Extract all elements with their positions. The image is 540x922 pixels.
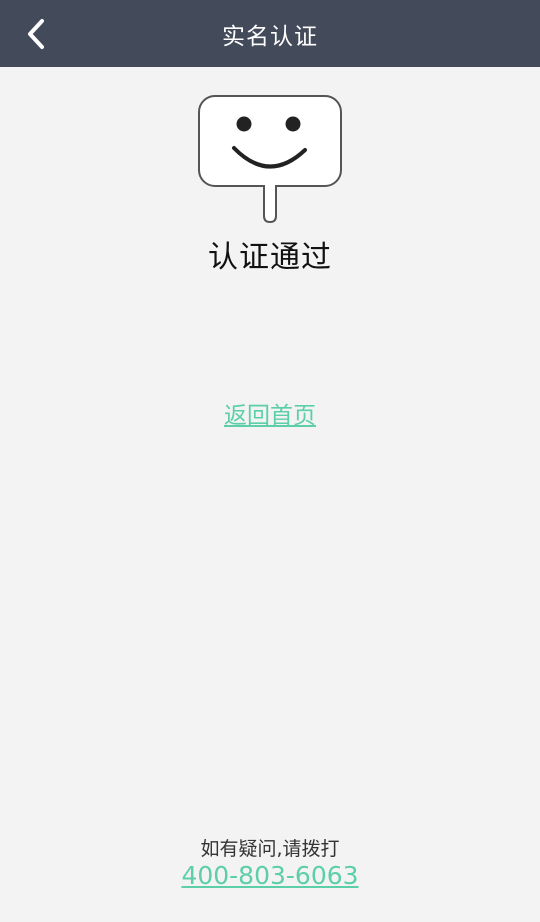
app-screen: 实名认证 认证通过 返回首页 如有疑问,请拨打 400-803-6063 (0, 0, 540, 922)
contact-note: 如有疑问,请拨打 (200, 838, 340, 860)
chevron-left-icon (28, 19, 44, 49)
navigation-bar: 实名认证 (0, 0, 540, 67)
back-button[interactable] (14, 12, 58, 56)
smiley-sign-icon (198, 95, 342, 224)
result-title: 认证通过 (208, 240, 332, 275)
page-title: 实名认证 (222, 23, 318, 50)
return-home-link[interactable]: 返回首页 (0, 396, 540, 430)
contact-phone-link[interactable]: 400-803-6063 (0, 861, 540, 890)
